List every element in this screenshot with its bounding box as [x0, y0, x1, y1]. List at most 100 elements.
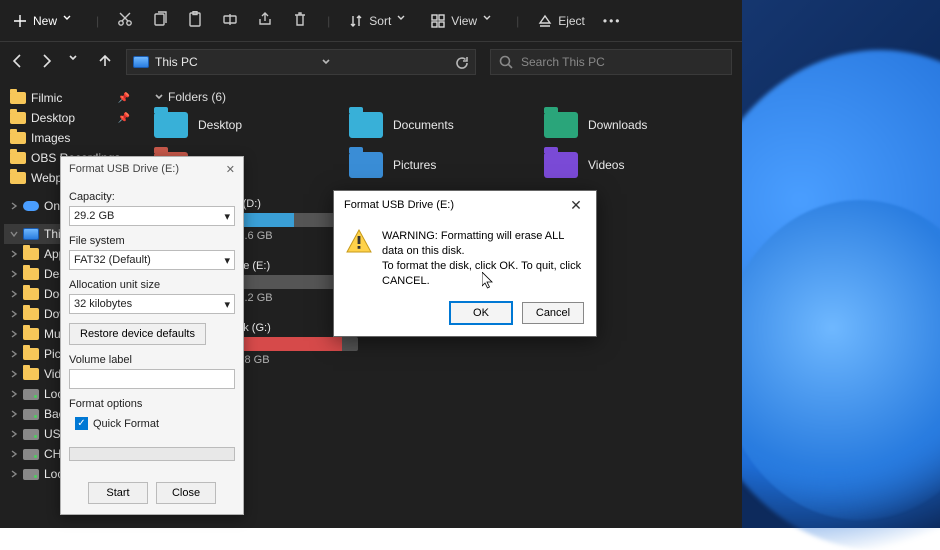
folder-icon	[23, 268, 39, 280]
sidebar-item[interactable]: Desktop📌	[4, 108, 136, 128]
rename-button[interactable]	[222, 11, 239, 31]
chevron-right-icon	[10, 330, 18, 338]
folder-icon	[349, 152, 383, 178]
search-icon	[499, 55, 513, 69]
breadcrumb[interactable]: This PC	[155, 55, 198, 69]
folder-icon	[10, 172, 26, 184]
chevron-right-icon	[10, 310, 18, 318]
paste-button[interactable]	[187, 11, 204, 31]
trash-icon	[292, 11, 309, 28]
address-bar[interactable]: This PC	[126, 49, 476, 75]
scissors-icon	[117, 11, 134, 28]
volume-label-input[interactable]	[69, 369, 235, 389]
folder-item[interactable]: Videos	[544, 152, 729, 178]
new-button[interactable]: New	[12, 13, 78, 29]
close-button[interactable]: ✕	[226, 163, 235, 176]
cut-button[interactable]	[117, 11, 134, 31]
back-button[interactable]	[10, 53, 25, 71]
folder-icon	[23, 288, 39, 300]
folder-icon	[544, 112, 578, 138]
warning-icon	[346, 229, 372, 253]
folder-icon	[10, 112, 26, 124]
close-button[interactable]: ✕	[566, 197, 586, 214]
folder-icon	[23, 328, 39, 340]
folder-item[interactable]: Pictures	[349, 152, 534, 178]
cloud-icon	[23, 201, 39, 211]
capacity-label: Capacity:	[69, 191, 235, 203]
sidebar-item[interactable]: Images	[4, 128, 136, 148]
ok-button[interactable]: OK	[450, 302, 512, 324]
warning-title-bar[interactable]: Format USB Drive (E:) ✕	[334, 191, 596, 219]
arrow-left-icon	[10, 53, 25, 68]
plus-icon	[12, 13, 28, 29]
chevron-right-icon	[10, 450, 18, 458]
copy-button[interactable]	[152, 11, 169, 31]
view-label: View	[451, 14, 477, 28]
share-button[interactable]	[257, 11, 274, 31]
arrow-up-icon	[97, 53, 112, 68]
sidebar-item[interactable]: Filmic📌	[4, 88, 136, 108]
chevron-right-icon	[10, 410, 18, 418]
chevron-right-icon	[10, 290, 18, 298]
pin-icon: 📌	[118, 93, 130, 104]
format-progress-bar	[69, 447, 235, 461]
folder-icon	[23, 308, 39, 320]
close-button[interactable]: Close	[156, 482, 216, 504]
folder-item[interactable]: Downloads	[544, 112, 729, 138]
recent-button[interactable]	[68, 53, 83, 71]
allocation-select[interactable]: 32 kilobytes▾	[69, 294, 235, 314]
chevron-right-icon	[10, 370, 18, 378]
mouse-cursor	[482, 272, 494, 290]
chevron-right-icon	[10, 470, 18, 478]
drive-icon	[23, 389, 39, 400]
cancel-button[interactable]: Cancel	[522, 302, 584, 324]
chevron-down-icon	[68, 53, 83, 68]
eject-button[interactable]: Eject	[537, 13, 585, 29]
up-button[interactable]	[97, 53, 112, 71]
more-button[interactable]: •••	[603, 14, 622, 28]
warning-dialog: Format USB Drive (E:) ✕ WARNING: Formatt…	[333, 190, 597, 337]
restore-defaults-button[interactable]: Restore device defaults	[69, 323, 206, 345]
sort-button[interactable]: Sort	[348, 13, 412, 29]
folder-icon	[10, 132, 26, 144]
capacity-select[interactable]: 29.2 GB▾	[69, 206, 235, 226]
folder-icon	[23, 248, 39, 260]
sort-label: Sort	[369, 14, 391, 28]
format-dialog-title-bar[interactable]: Format USB Drive (E:) ✕	[61, 157, 243, 181]
format-dialog: Format USB Drive (E:) ✕ Capacity: 29.2 G…	[60, 156, 244, 515]
pin-icon: 📌	[118, 113, 130, 124]
delete-button[interactable]	[292, 11, 309, 31]
chevron-down-icon	[482, 13, 498, 29]
chevron-down-icon	[396, 13, 412, 29]
view-icon	[430, 13, 446, 29]
chevron-right-icon	[10, 350, 18, 358]
folder-item[interactable]: Documents	[349, 112, 534, 138]
start-button[interactable]: Start	[88, 482, 148, 504]
folder-item[interactable]: Desktop	[154, 112, 339, 138]
refresh-button[interactable]	[454, 55, 469, 70]
new-label: New	[33, 14, 57, 28]
eject-icon	[537, 13, 553, 29]
view-button[interactable]: View	[430, 13, 498, 29]
filesystem-select[interactable]: FAT32 (Default)▾	[69, 250, 235, 270]
chevron-down-icon	[62, 13, 78, 29]
nav-row: This PC Search This PC	[0, 42, 742, 82]
drive-icon	[23, 469, 39, 480]
pc-icon	[133, 56, 149, 68]
folder-icon	[349, 112, 383, 138]
search-input[interactable]: Search This PC	[490, 49, 732, 75]
chevron-right-icon	[10, 202, 18, 210]
format-dialog-title: Format USB Drive (E:)	[69, 163, 179, 175]
filesystem-label: File system	[69, 235, 235, 247]
arrow-right-icon	[39, 53, 54, 68]
search-placeholder: Search This PC	[521, 55, 605, 69]
folder-icon	[544, 152, 578, 178]
forward-button[interactable]	[39, 53, 54, 71]
folders-section-header[interactable]: Folders (6)	[154, 90, 728, 104]
eject-label: Eject	[558, 14, 585, 28]
volume-label-label: Volume label	[69, 354, 235, 366]
allocation-label: Allocation unit size	[69, 279, 235, 291]
folder-icon	[23, 368, 39, 380]
chevron-down-icon[interactable]	[321, 57, 331, 67]
quick-format-checkbox[interactable]: ✓Quick Format	[75, 417, 235, 430]
